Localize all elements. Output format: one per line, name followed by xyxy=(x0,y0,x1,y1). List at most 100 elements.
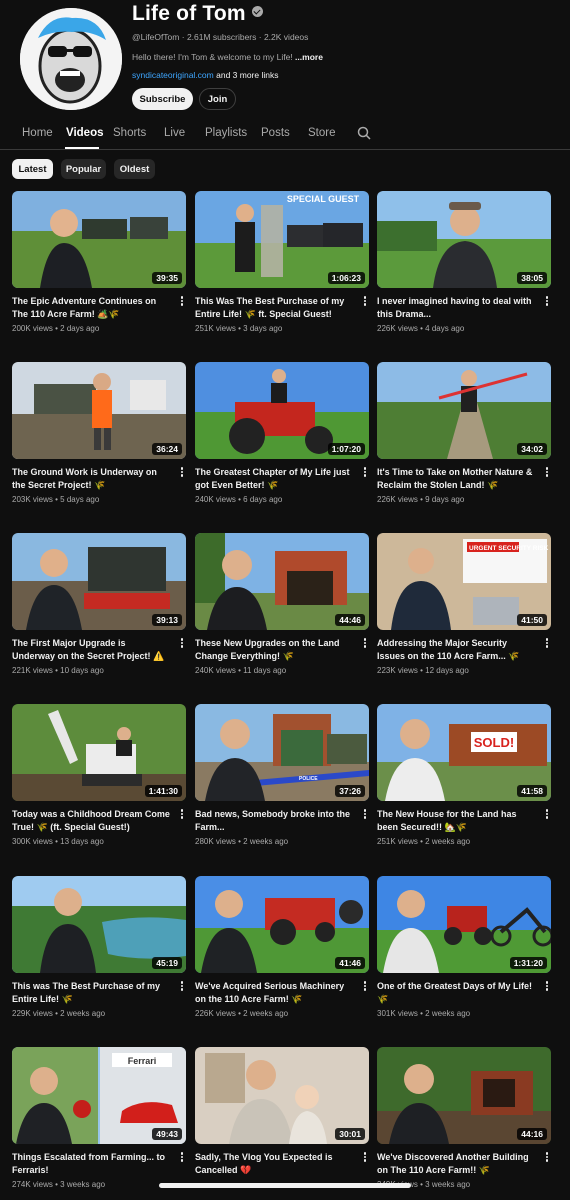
tab-store[interactable]: Store xyxy=(308,127,336,139)
filter-chip-popular[interactable]: Popular xyxy=(61,159,106,179)
video-thumbnail[interactable]: 36:24 xyxy=(12,362,186,459)
tab-videos[interactable]: Videos xyxy=(66,127,104,139)
video-stats: 274K views • 3 weeks ago xyxy=(12,1180,106,1189)
duration-badge: 45:19 xyxy=(152,957,182,969)
video-stats: 251K views • 2 weeks ago xyxy=(377,837,471,846)
video-stats: 240K views • 6 days ago xyxy=(195,495,283,504)
video-thumbnail[interactable]: Ferrari 49:43 xyxy=(12,1047,186,1144)
channel-avatar[interactable] xyxy=(20,8,122,110)
video-thumbnail[interactable]: 1:41:30 xyxy=(12,704,186,801)
duration-badge: 1:06:23 xyxy=(327,272,365,284)
more-options-icon[interactable] xyxy=(362,1151,368,1164)
more-options-icon[interactable] xyxy=(179,980,185,993)
more-options-icon[interactable] xyxy=(544,808,550,821)
duration-badge: 39:13 xyxy=(152,614,182,626)
sold-sign-label: SOLD! xyxy=(474,735,514,750)
more-options-icon[interactable] xyxy=(544,1151,550,1164)
active-tab-indicator xyxy=(65,147,99,149)
police-tape-label: POLICE xyxy=(299,776,318,782)
video-thumbnail[interactable]: SPECIAL GUEST 1:06:23 xyxy=(195,191,369,288)
video-title[interactable]: The Ground Work is Underway on the Secre… xyxy=(12,466,170,492)
tab-shorts[interactable]: Shorts xyxy=(113,127,146,139)
video-title[interactable]: Sadly, The Vlog You Expected is Cancelle… xyxy=(195,1151,353,1177)
more-options-icon[interactable] xyxy=(362,295,368,308)
video-title[interactable]: One of the Greatest Days of My Life! 🌾 xyxy=(377,980,535,1006)
video-title[interactable]: Things Escalated from Farming... to Ferr… xyxy=(12,1151,170,1177)
video-title[interactable]: These New Upgrades on the Land Change Ev… xyxy=(195,637,353,663)
more-options-icon[interactable] xyxy=(179,808,185,821)
video-stats: 280K views • 2 weeks ago xyxy=(195,837,289,846)
video-stats: 300K views • 13 days ago xyxy=(12,837,104,846)
video-stats: 226K views • 4 days ago xyxy=(377,324,465,333)
video-title[interactable]: This Was The Best Purchase of my Entire … xyxy=(195,295,353,321)
more-options-icon[interactable] xyxy=(179,466,185,479)
video-stats: 200K views • 2 days ago xyxy=(12,324,100,333)
more-options-icon[interactable] xyxy=(362,637,368,650)
video-thumbnail[interactable]: 30:01 xyxy=(195,1047,369,1144)
more-options-icon[interactable] xyxy=(362,980,368,993)
tab-home[interactable]: Home xyxy=(22,127,53,139)
duration-badge: 44:16 xyxy=(517,1128,547,1140)
video-stats: 203K views • 5 days ago xyxy=(12,495,100,504)
subscriber-count: 2.61M subscribers xyxy=(186,32,257,42)
video-title[interactable]: The Epic Adventure Continues on The 110 … xyxy=(12,295,170,321)
video-thumbnail[interactable]: 44:16 xyxy=(377,1047,551,1144)
home-indicator[interactable] xyxy=(159,1183,411,1188)
duration-badge: 36:24 xyxy=(152,443,182,455)
video-title[interactable]: It's Time to Take on Mother Nature & Rec… xyxy=(377,466,535,492)
subscribe-button[interactable]: Subscribe xyxy=(132,88,193,110)
video-title[interactable]: Addressing the Major Security Issues on … xyxy=(377,637,535,663)
video-thumbnail[interactable]: 34:02 xyxy=(377,362,551,459)
video-title[interactable]: Today was a Childhood Dream Come True! 🌾… xyxy=(12,808,170,834)
channel-links[interactable]: syndicateoriginal.com and 3 more links xyxy=(132,70,278,80)
more-options-icon[interactable] xyxy=(362,808,368,821)
join-button[interactable]: Join xyxy=(199,88,236,110)
video-title[interactable]: The First Major Upgrade is Underway on t… xyxy=(12,637,170,663)
video-thumbnail[interactable]: 38:05 xyxy=(377,191,551,288)
more-links[interactable]: and 3 more links xyxy=(216,70,278,80)
more-link[interactable]: ...more xyxy=(295,52,323,62)
more-options-icon[interactable] xyxy=(362,466,368,479)
video-thumbnail[interactable]: 45:19 xyxy=(12,876,186,973)
video-title[interactable]: Bad news, Somebody broke into the Farm..… xyxy=(195,808,353,834)
tab-playlists[interactable]: Playlists xyxy=(205,127,247,139)
more-options-icon[interactable] xyxy=(179,295,185,308)
channel-description[interactable]: Hello there! I'm Tom & welcome to my Lif… xyxy=(132,52,323,62)
video-stats: 221K views • 10 days ago xyxy=(12,666,104,675)
video-thumbnail[interactable]: 41:46 xyxy=(195,876,369,973)
more-options-icon[interactable] xyxy=(544,637,550,650)
duration-badge: 44:46 xyxy=(335,614,365,626)
video-thumbnail[interactable]: 44:46 xyxy=(195,533,369,630)
duration-badge: 49:43 xyxy=(152,1128,182,1140)
more-options-icon[interactable] xyxy=(179,637,185,650)
more-options-icon[interactable] xyxy=(544,466,550,479)
more-options-icon[interactable] xyxy=(544,295,550,308)
tab-posts[interactable]: Posts xyxy=(261,127,290,139)
video-title[interactable]: The New House for the Land has been Secu… xyxy=(377,808,535,834)
video-title[interactable]: I never imagined having to deal with thi… xyxy=(377,295,535,321)
video-title[interactable]: We've Discovered Another Building on The… xyxy=(377,1151,535,1177)
filter-chip-latest[interactable]: Latest xyxy=(12,159,53,179)
video-title[interactable]: This was The Best Purchase of my Entire … xyxy=(12,980,170,1006)
more-options-icon[interactable] xyxy=(544,980,550,993)
video-thumbnail[interactable]: SOLD! 41:58 xyxy=(377,704,551,801)
duration-badge: 34:02 xyxy=(517,443,547,455)
tab-live[interactable]: Live xyxy=(164,127,185,139)
video-title[interactable]: The Greatest Chapter of My Life just got… xyxy=(195,466,353,492)
duration-badge: 1:41:30 xyxy=(144,785,182,797)
channel-handle: @LifeOfTom xyxy=(132,32,180,42)
channel-title: Life of Tom xyxy=(132,2,263,26)
video-thumbnail[interactable]: 1:31:20 xyxy=(377,876,551,973)
filter-chip-oldest[interactable]: Oldest xyxy=(114,159,155,179)
video-thumbnail[interactable]: POLICE 37:26 xyxy=(195,704,369,801)
video-title[interactable]: We've Acquired Serious Machinery on the … xyxy=(195,980,353,1006)
duration-badge: 1:07:20 xyxy=(327,443,365,455)
search-icon[interactable] xyxy=(357,126,371,140)
video-thumbnail[interactable]: 39:35 xyxy=(12,191,186,288)
video-thumbnail[interactable]: 39:13 xyxy=(12,533,186,630)
video-thumbnail[interactable]: 1:07:20 xyxy=(195,362,369,459)
video-stats: 223K views • 12 days ago xyxy=(377,666,469,675)
more-options-icon[interactable] xyxy=(179,1151,185,1164)
video-thumbnail[interactable]: URGENT SECURITY RISK 41:50 xyxy=(377,533,551,630)
channel-link[interactable]: syndicateoriginal.com xyxy=(132,70,214,80)
